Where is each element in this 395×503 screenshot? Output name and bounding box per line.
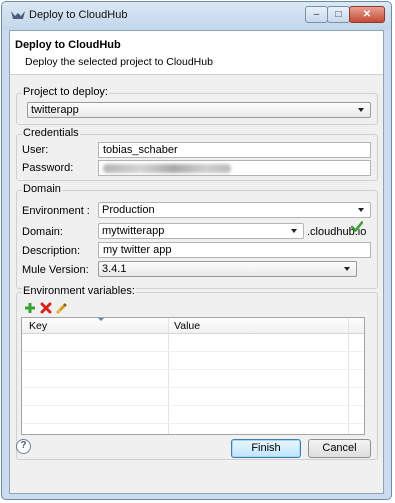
- project-group-title: Project to deploy:: [22, 86, 109, 98]
- env-vars-table[interactable]: Key Value: [21, 317, 365, 435]
- environment-select-value: Production: [102, 204, 155, 216]
- env-vars-group-title: Environment variables:: [22, 285, 136, 297]
- close-button[interactable]: ✕: [349, 6, 385, 23]
- description-label: Description:: [22, 245, 81, 257]
- user-label: User:: [22, 144, 49, 156]
- help-button[interactable]: ?: [16, 439, 31, 454]
- description-field[interactable]: my twitter app: [98, 242, 371, 258]
- finish-button[interactable]: Finish: [231, 439, 301, 458]
- domain-group-title: Domain: [22, 183, 62, 195]
- table-header: Key Value: [22, 318, 364, 334]
- column-divider: [348, 318, 349, 434]
- password-field[interactable]: [98, 160, 371, 176]
- table-row-divider: [22, 423, 364, 424]
- minimize-button[interactable]: –: [305, 6, 328, 23]
- chevron-down-icon: [291, 229, 297, 233]
- cancel-button[interactable]: Cancel: [308, 439, 371, 458]
- remove-icon[interactable]: [40, 302, 52, 314]
- domain-select-value: mytwitterapp: [102, 225, 165, 237]
- project-select-value: twitterapp: [31, 104, 79, 116]
- mule-version-select[interactable]: 3.4.1: [98, 261, 357, 277]
- domain-select[interactable]: mytwitterapp: [98, 223, 304, 239]
- environment-label: Environment :: [22, 205, 90, 217]
- table-row-divider: [22, 369, 364, 370]
- check-icon: [351, 221, 363, 232]
- user-field-value: tobias_schaber: [103, 144, 178, 156]
- minimize-icon: –: [313, 9, 320, 20]
- column-header-value[interactable]: Value: [174, 320, 200, 332]
- column-header-key[interactable]: Key: [29, 320, 47, 332]
- mule-version-label: Mule Version:: [22, 264, 89, 276]
- password-label: Password:: [22, 162, 74, 174]
- cancel-button-label: Cancel: [322, 442, 357, 454]
- mule-version-select-value: 3.4.1: [102, 263, 127, 275]
- finish-button-label: Finish: [251, 442, 281, 454]
- help-icon: ?: [20, 440, 27, 451]
- credentials-group-title: Credentials: [22, 127, 80, 139]
- description-field-value: my twitter app: [103, 244, 172, 256]
- window-title: Deploy to CloudHub: [29, 9, 128, 21]
- chevron-down-icon: [344, 267, 350, 271]
- table-row-divider: [22, 351, 364, 352]
- environment-select[interactable]: Production: [98, 202, 371, 218]
- column-divider: [168, 318, 169, 434]
- table-row-divider: [22, 387, 364, 388]
- banner-description: Deploy the selected project to CloudHub: [25, 56, 213, 68]
- title-bar: Deploy to CloudHub – □ ✕: [2, 2, 391, 30]
- chevron-down-icon: [358, 108, 364, 112]
- sort-indicator-icon: [98, 318, 104, 321]
- add-icon[interactable]: [24, 302, 36, 314]
- deploy-dialog-window: Deploy to CloudHub – □ ✕ Deploy to Cloud…: [1, 1, 392, 500]
- edit-icon[interactable]: [56, 302, 68, 314]
- close-icon: ✕: [362, 9, 372, 20]
- user-field[interactable]: tobias_schaber: [98, 142, 371, 158]
- maximize-icon: □: [335, 9, 342, 20]
- banner-title: Deploy to CloudHub: [15, 39, 121, 51]
- chevron-down-icon: [358, 208, 364, 212]
- table-row-divider: [22, 405, 364, 406]
- project-select[interactable]: twitterapp: [27, 102, 371, 118]
- maximize-button[interactable]: □: [327, 6, 350, 23]
- mule-icon: [11, 11, 25, 19]
- redacted-password: [103, 164, 231, 173]
- domain-label: Domain:: [22, 226, 63, 238]
- wizard-banner: Deploy to CloudHub Deploy the selected p…: [10, 31, 383, 75]
